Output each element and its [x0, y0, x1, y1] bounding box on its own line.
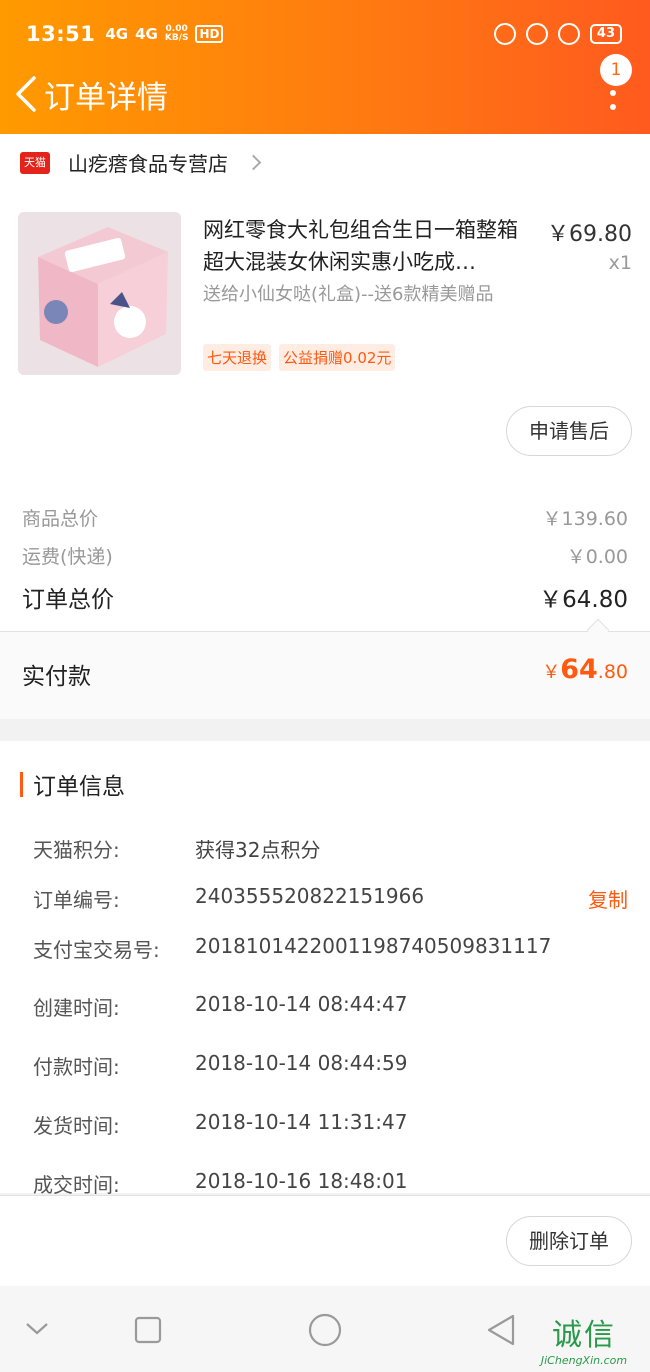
signal-icon: 4G — [135, 25, 158, 43]
tag-return-policy: 七天退换 — [203, 344, 272, 371]
chevron-right-icon — [245, 154, 262, 171]
delete-order-button[interactable]: 删除订单 — [506, 1216, 632, 1266]
info-label: 订单编号: — [33, 888, 120, 912]
info-value: 2018101422001198740509831117 — [195, 934, 552, 958]
status-time: 13:51 — [26, 22, 96, 46]
bottom-action-bar: 删除订单 — [0, 1195, 650, 1286]
watermark-logo: 诚信 JiChengXin.com — [528, 1310, 640, 1370]
divider — [0, 631, 650, 632]
info-row: 天猫积分: 获得32点积分 — [33, 834, 628, 863]
title-bar: 订单详情 1 — [0, 54, 650, 130]
info-label: 创建时间: — [33, 996, 120, 1020]
more-menu-button[interactable] — [606, 90, 620, 140]
info-row: 创建时间: 2018-10-14 08:44:47 — [33, 992, 628, 1021]
status-right-icons: 43 — [493, 23, 622, 45]
order-info-card: 订单信息 天猫积分: 获得32点积分 订单编号: 240355520822151… — [0, 741, 650, 1197]
order-total-value: ￥64.80 — [539, 587, 628, 613]
info-value: 2018-10-16 18:48:01 — [195, 1169, 408, 1193]
chevron-down-icon[interactable] — [24, 1320, 50, 1338]
copy-order-number-button[interactable]: 复制 — [588, 884, 628, 913]
back-arrow-icon[interactable] — [12, 74, 42, 114]
info-row: 发货时间: 2018-10-14 11:31:47 — [33, 1110, 628, 1139]
info-row: 订单编号: 240355520822151966 — [33, 884, 628, 913]
info-label: 成交时间: — [33, 1173, 120, 1197]
info-value: 240355520822151966 — [195, 884, 425, 908]
info-label: 付款时间: — [33, 1055, 120, 1079]
gift-box-icon — [18, 212, 181, 375]
shipping-label: 运费(快递) — [22, 546, 113, 568]
network-indicators: 4G 4G 0.00 KB/S HD — [105, 24, 224, 43]
back-triangle-icon[interactable] — [485, 1313, 517, 1347]
info-value: 获得32点积分 — [195, 838, 321, 862]
order-total-row: 订单总价 ￥64.80 — [22, 580, 628, 614]
paid-integer: 64 — [560, 654, 598, 685]
battery-icon: 43 — [589, 24, 622, 44]
goods-total-row: 商品总价 ￥139.60 — [22, 504, 628, 531]
vibrate-icon — [493, 23, 516, 45]
info-row: 付款时间: 2018-10-14 08:44:59 — [33, 1051, 628, 1080]
network-speed: 0.00 KB/S — [164, 24, 189, 43]
product-image[interactable] — [18, 212, 181, 375]
order-total-label: 订单总价 — [22, 587, 114, 613]
product-card: 天猫 山疙瘩食品专营店 网红零食大礼包组合生日一箱整箱超大混装女休闲实惠小吃成…… — [0, 134, 650, 719]
alarm-icon — [557, 23, 580, 45]
accent-bar — [20, 771, 23, 797]
info-label: 天猫积分: — [33, 838, 120, 862]
page-title: 订单详情 — [44, 80, 168, 116]
shipping-row: 运费(快递) ￥0.00 — [22, 542, 628, 569]
signal-icon: 4G — [105, 25, 129, 43]
lock-rotation-icon — [525, 23, 548, 45]
product-price: ￥69.80 — [547, 222, 632, 247]
app-header: 13:51 4G 4G 0.00 KB/S HD 43 订单详情 1 — [0, 0, 650, 134]
hd-icon: HD — [195, 25, 224, 43]
product-sku: 送给小仙女哒(礼盒)--送6款精美赠品 — [203, 284, 494, 305]
info-label: 支付宝交易号: — [33, 938, 160, 962]
paid-label: 实付款 — [22, 664, 91, 690]
notification-badge: 1 — [600, 54, 632, 86]
more-dot-icon — [610, 104, 616, 110]
goods-total-label: 商品总价 — [22, 508, 99, 530]
info-label: 发货时间: — [33, 1114, 120, 1138]
info-row: 支付宝交易号: 2018101422001198740509831117 — [33, 934, 628, 963]
product-quantity: x1 — [608, 252, 632, 274]
order-info-title: 订单信息 — [33, 774, 125, 800]
tag-charity: 公益捐赠0.02元 — [279, 344, 396, 371]
shop-name: 山疙瘩食品专营店 — [68, 152, 228, 176]
paid-currency: ￥ — [542, 662, 561, 683]
watermark-english: JiChengXin.com — [540, 1354, 628, 1367]
status-bar: 13:51 4G 4G 0.00 KB/S HD 43 — [26, 18, 622, 50]
shipping-value: ￥0.00 — [566, 546, 628, 568]
info-value: 2018-10-14 08:44:47 — [195, 992, 408, 1016]
product-name[interactable]: 网红零食大礼包组合生日一箱整箱超大混装女休闲实惠小吃成… — [203, 214, 527, 278]
paid-decimal: .80 — [597, 661, 628, 683]
after-sale-button[interactable]: 申请售后 — [506, 406, 632, 456]
tmall-logo-icon: 天猫 — [20, 151, 50, 174]
goods-total-value: ￥139.60 — [542, 508, 628, 530]
shop-header[interactable]: 天猫 山疙瘩食品专营店 — [20, 148, 262, 177]
home-icon[interactable] — [308, 1313, 342, 1347]
info-value: 2018-10-14 08:44:59 — [195, 1051, 408, 1075]
order-info-header: 订单信息 — [20, 767, 125, 801]
watermark-chinese: 诚信 — [552, 1318, 616, 1353]
info-row: 成交时间: 2018-10-16 18:48:01 — [33, 1169, 628, 1198]
info-value: 2018-10-14 11:31:47 — [195, 1110, 408, 1134]
more-dot-icon — [610, 90, 616, 96]
paid-amount: ￥64.80 — [542, 654, 628, 685]
recent-apps-icon[interactable] — [133, 1315, 163, 1345]
product-tags: 七天退换 公益捐赠0.02元 — [203, 344, 396, 371]
